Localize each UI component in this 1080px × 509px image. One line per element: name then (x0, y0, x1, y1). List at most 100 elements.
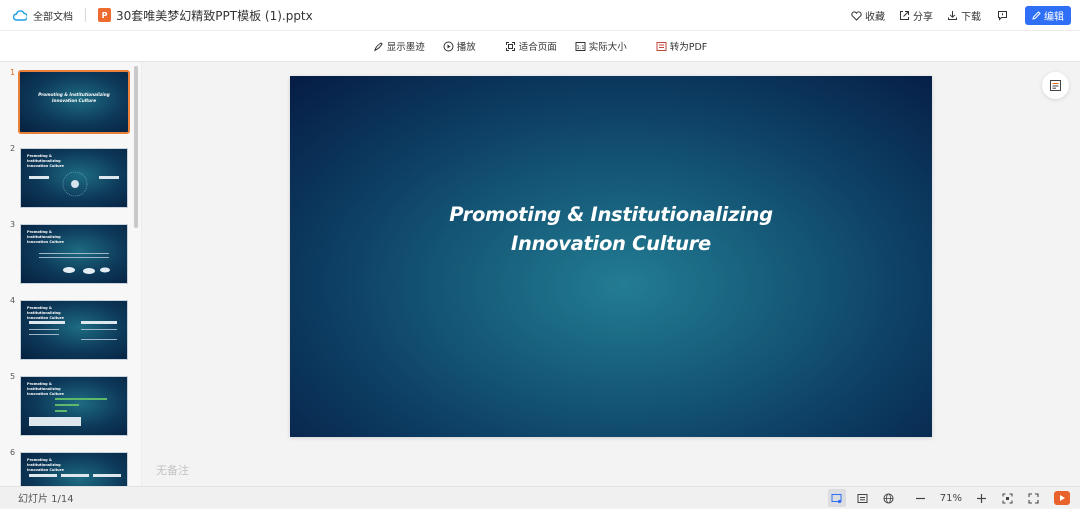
thumb-title: Promoting & Institutionalizing Innovatio… (27, 382, 64, 396)
heart-icon (851, 10, 862, 21)
slide-title: Promoting & Institutionalizing Innovatio… (290, 200, 932, 258)
slide-thumbnail-6[interactable]: 6 Promoting & Institutionalizing Innovat… (0, 444, 136, 486)
slide-title-line-1: Promoting & Institutionalizing (449, 203, 773, 226)
notes-icon (1050, 80, 1061, 91)
notes-view-button[interactable] (854, 489, 872, 507)
show-ink-button[interactable]: 显示墨迹 (373, 39, 425, 53)
slide-number: 2 (10, 144, 16, 153)
edit-label: 编辑 (1044, 12, 1064, 23)
divider (85, 8, 86, 22)
slide-thumbnail-4[interactable]: 4 Promoting & Institutionalizing Innovat… (0, 292, 136, 360)
fit-page-icon (505, 41, 515, 51)
notes-view-icon (857, 493, 868, 503)
fullscreen-button[interactable] (1024, 489, 1042, 507)
notes-placeholder[interactable]: 无备注 (156, 462, 189, 478)
thumb-line (39, 253, 109, 254)
play-icon (1060, 495, 1065, 501)
comment-button[interactable] (997, 10, 1011, 21)
thumbnail-scrollbar[interactable] (134, 66, 138, 228)
thumb-title: Promoting & Institutionalizing Innovatio… (27, 458, 64, 472)
slide-preview[interactable]: Promoting & Institutionalizing Innovation… (18, 70, 130, 134)
slide-preview[interactable]: Promoting & Institutionalizing Innovatio… (20, 452, 128, 486)
slide-preview[interactable]: Promoting & Institutionalizing Innovatio… (20, 148, 128, 208)
slide-preview[interactable]: Promoting & Institutionalizing Innovatio… (20, 376, 128, 436)
actual-size-icon: 1:1 (575, 41, 586, 51)
favorite-button[interactable]: 收藏 (851, 8, 885, 23)
slide-number: 4 (10, 296, 16, 305)
thumb-box (61, 474, 89, 477)
status-bar: 幻灯片 1/14 71% (0, 486, 1080, 508)
download-label: 下载 (961, 12, 981, 23)
thumb-line (29, 334, 59, 335)
comment-icon (998, 11, 1007, 21)
download-icon (948, 11, 957, 20)
thumb-line (29, 329, 59, 330)
pencil-icon (1032, 11, 1041, 20)
all-docs-link[interactable]: 全部文档 (33, 8, 73, 23)
thumb-box (29, 474, 57, 477)
zoom-in-button[interactable] (972, 489, 990, 507)
slide-thumbnail-2[interactable]: 2 Promoting & Institutionalizing Innovat… (0, 140, 136, 208)
minus-icon (916, 497, 926, 499)
thumb-title: Promoting & Institutionalizing Innovation… (38, 92, 110, 103)
thumb-progress-bar (55, 410, 67, 412)
slide-number: 3 (10, 220, 16, 229)
thumb-box (99, 176, 119, 179)
slide-thumbnail-5[interactable]: 5 Promoting & Institutionalizing Innovat… (0, 368, 136, 436)
thumb-title: Promoting & Institutionalizing Innovatio… (27, 306, 64, 320)
top-bar: 全部文档 P 30套唯美梦幻精致PPT模板 (1).pptx 收藏 分享 下载 … (0, 0, 1080, 31)
play-button[interactable]: 播放 (443, 39, 476, 53)
thumb-diagram (62, 171, 88, 197)
thumb-line (39, 257, 109, 258)
slide-number: 6 (10, 448, 16, 457)
thumb-clouds (63, 267, 110, 274)
notes-panel-button[interactable] (1042, 72, 1069, 99)
play-label: 播放 (456, 42, 476, 53)
slide-number: 5 (10, 372, 16, 381)
normal-view-icon (831, 493, 842, 503)
slide-thumbnail-panel: 1 Promoting & Institutionalizing Innovati… (0, 62, 142, 486)
thumb-box (29, 321, 65, 324)
actual-size-button[interactable]: 1:1 实际大小 (575, 39, 627, 53)
fullscreen-icon (1027, 492, 1039, 504)
thumb-progress-bar (55, 404, 79, 406)
cloud-icon[interactable] (12, 7, 28, 23)
web-view-button[interactable] (880, 489, 898, 507)
ink-pen-icon (373, 41, 383, 51)
fit-window-button[interactable] (998, 489, 1016, 507)
thumb-box (29, 417, 81, 426)
slide-thumbnail-1[interactable]: 1 Promoting & Institutionalizing Innovati… (0, 64, 136, 134)
slide-number: 1 (10, 68, 16, 77)
edit-button[interactable]: 编辑 (1025, 6, 1071, 25)
thumb-line (81, 339, 117, 340)
actual-size-label: 实际大小 (588, 42, 627, 53)
pptx-file-icon: P (98, 8, 111, 22)
share-icon (900, 11, 909, 20)
zoom-level[interactable]: 71% (940, 493, 962, 504)
pdf-icon (656, 41, 667, 51)
slideshow-button[interactable] (1054, 491, 1070, 505)
favorite-label: 收藏 (865, 12, 885, 23)
slide-preview[interactable]: Promoting & Institutionalizing Innovatio… (20, 300, 128, 360)
download-button[interactable]: 下载 (947, 8, 981, 23)
zoom-out-button[interactable] (912, 489, 930, 507)
slide-canvas[interactable]: Promoting & Institutionalizing Innovatio… (290, 76, 932, 437)
convert-pdf-button[interactable]: 转为PDF (656, 39, 708, 53)
file-name: 30套唯美梦幻精致PPT模板 (1).pptx (116, 8, 313, 23)
thumb-title: Promoting & Institutionalizing Innovatio… (27, 230, 64, 244)
thumb-box (93, 474, 121, 477)
convert-pdf-label: 转为PDF (669, 42, 708, 53)
slide-counter: 幻灯片 1/14 (18, 494, 74, 505)
play-circle-icon (443, 41, 454, 51)
normal-view-button[interactable] (827, 489, 846, 507)
slide-preview[interactable]: Promoting & Institutionalizing Innovatio… (20, 224, 128, 284)
svg-text:1:1: 1:1 (576, 45, 584, 51)
fit-window-icon (1002, 493, 1012, 503)
share-button[interactable]: 分享 (899, 8, 933, 23)
thumb-title: Promoting & Institutionalizing Innovatio… (27, 154, 64, 168)
thumb-progress-bar (55, 398, 107, 400)
thumb-box (81, 321, 117, 324)
slide-thumbnail-3[interactable]: 3 Promoting & Institutionalizing Innovat… (0, 216, 136, 284)
fit-page-button[interactable]: 适合页面 (505, 39, 557, 53)
fit-page-label: 适合页面 (518, 42, 557, 53)
